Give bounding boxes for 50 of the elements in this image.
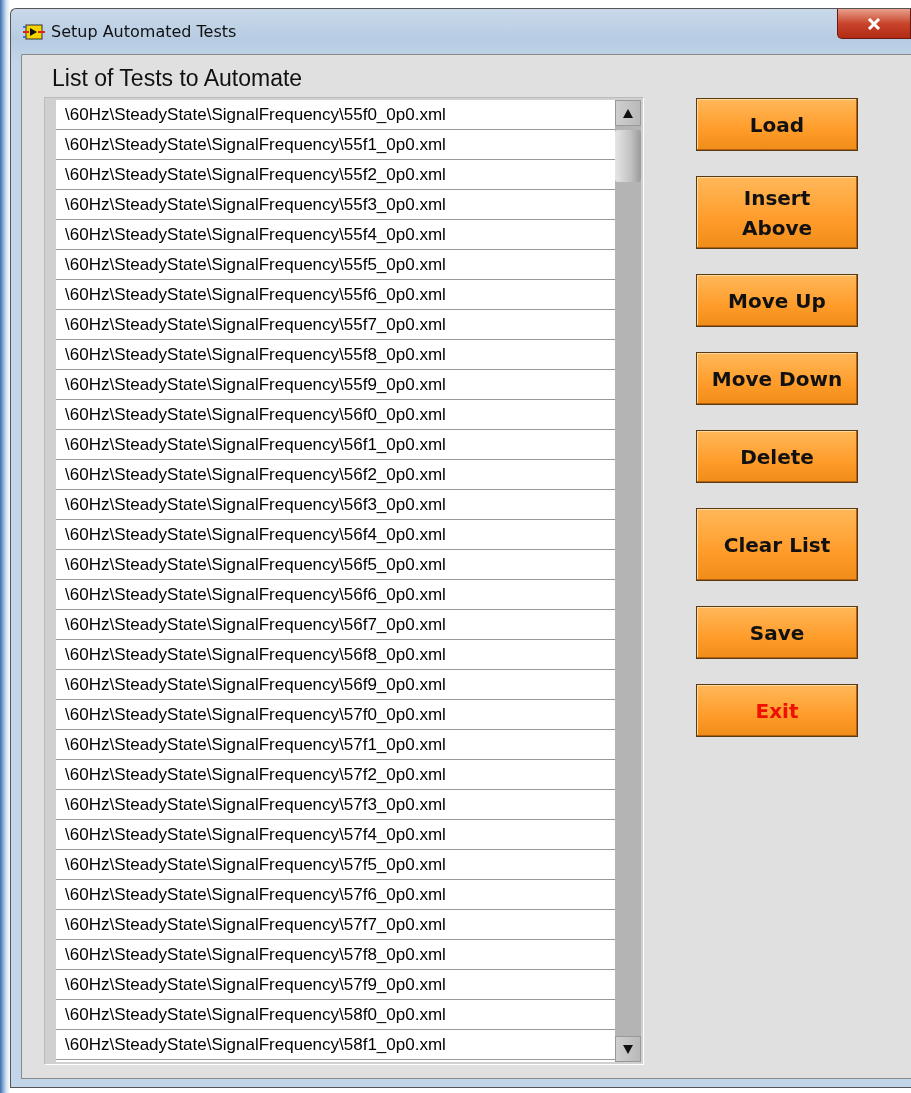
scroll-thumb[interactable] [614, 130, 641, 182]
list-item[interactable]: \60Hz\SteadyState\SignalFrequency\57f9_0p0.xml [56, 970, 615, 1000]
action-button[interactable]: Delete [696, 430, 858, 483]
window-title: Setup Automated Tests [51, 22, 237, 41]
up-arrow-icon [622, 108, 633, 118]
list-item[interactable]: \60Hz\SteadyState\SignalFrequency\55f3_0p0.xml [56, 190, 615, 220]
close-icon [867, 17, 881, 30]
list-item[interactable]: \60Hz\SteadyState\SignalFrequency\58f0_0p0.xml [56, 1000, 615, 1030]
action-button[interactable]: Move Down [696, 352, 858, 405]
list-item[interactable]: \60Hz\SteadyState\SignalFrequency\55f4_0p0.xml [56, 220, 615, 250]
list-item[interactable]: \60Hz\SteadyState\SignalFrequency\55f2_0p0.xml [56, 160, 615, 190]
list-item[interactable]: \60Hz\SteadyState\SignalFrequency\57f2_0p0.xml [56, 760, 615, 790]
action-button[interactable]: Save [696, 606, 858, 659]
list-item[interactable]: \60Hz\SteadyState\SignalFrequency\57f8_0p0.xml [56, 940, 615, 970]
scroll-up-button[interactable] [614, 100, 641, 126]
scroll-down-button[interactable] [614, 1036, 641, 1062]
down-arrow-icon [622, 1044, 633, 1054]
list-item[interactable]: \60Hz\SteadyState\SignalFrequency\57f3_0p0.xml [56, 790, 615, 820]
scrollbar[interactable] [614, 100, 641, 1062]
list-item[interactable]: \60Hz\SteadyState\SignalFrequency\57f1_0p0.xml [56, 730, 615, 760]
close-button[interactable] [837, 9, 911, 39]
list-item[interactable]: \60Hz\SteadyState\SignalFrequency\58f1_0p0.xml [56, 1030, 615, 1060]
list-item[interactable]: \60Hz\SteadyState\SignalFrequency\56f2_0p0.xml [56, 460, 615, 490]
list-item[interactable]: \60Hz\SteadyState\SignalFrequency\56f7_0p0.xml [56, 610, 615, 640]
list-item[interactable]: \60Hz\SteadyState\SignalFrequency\56f6_0p0.xml [56, 580, 615, 610]
list-item[interactable]: \60Hz\SteadyState\SignalFrequency\55f5_0p0.xml [56, 250, 615, 280]
action-button[interactable]: Move Up [696, 274, 858, 327]
app-icon [23, 22, 45, 41]
action-button[interactable]: Insert Above [696, 176, 858, 249]
list-item[interactable]: \60Hz\SteadyState\SignalFrequency\56f3_0p0.xml [56, 490, 615, 520]
action-button[interactable]: Load [696, 98, 858, 151]
list-item[interactable]: \60Hz\SteadyState\SignalFrequency\55f7_0p0.xml [56, 310, 615, 340]
list-item[interactable]: \60Hz\SteadyState\SignalFrequency\57f0_0p0.xml [56, 700, 615, 730]
list-item[interactable]: \60Hz\SteadyState\SignalFrequency\56f9_0p0.xml [56, 670, 615, 700]
list-item[interactable]: \60Hz\SteadyState\SignalFrequency\57f7_0p0.xml [56, 910, 615, 940]
list-item[interactable]: \60Hz\SteadyState\SignalFrequency\57f5_0p0.xml [56, 850, 615, 880]
list-item[interactable]: \60Hz\SteadyState\SignalFrequency\55f1_0p0.xml [56, 130, 615, 160]
list-label: List of Tests to Automate [52, 64, 304, 93]
list-item[interactable]: \60Hz\SteadyState\SignalFrequency\56f0_0p0.xml [56, 400, 615, 430]
list-item[interactable]: \60Hz\SteadyState\SignalFrequency\55f0_0p0.xml [56, 100, 615, 130]
action-button[interactable]: Clear List [696, 508, 858, 581]
list-item[interactable]: \60Hz\SteadyState\SignalFrequency\55f6_0p0.xml [56, 280, 615, 310]
list-item[interactable]: \60Hz\SteadyState\SignalFrequency\56f1_0p0.xml [56, 430, 615, 460]
list-item[interactable]: \60Hz\SteadyState\SignalFrequency\55f8_0p0.xml [56, 340, 615, 370]
list-item[interactable]: \60Hz\SteadyState\SignalFrequency\57f6_0p0.xml [56, 880, 615, 910]
list-item[interactable]: \60Hz\SteadyState\SignalFrequency\56f8_0p0.xml [56, 640, 615, 670]
list-item[interactable]: \60Hz\SteadyState\SignalFrequency\56f5_0p0.xml [56, 550, 615, 580]
list-item[interactable]: \60Hz\SteadyState\SignalFrequency\56f4_0p0.xml [56, 520, 615, 550]
list-item[interactable]: \60Hz\SteadyState\SignalFrequency\55f9_0p0.xml [56, 370, 615, 400]
list-item[interactable]: \60Hz\SteadyState\SignalFrequency\57f4_0p0.xml [56, 820, 615, 850]
